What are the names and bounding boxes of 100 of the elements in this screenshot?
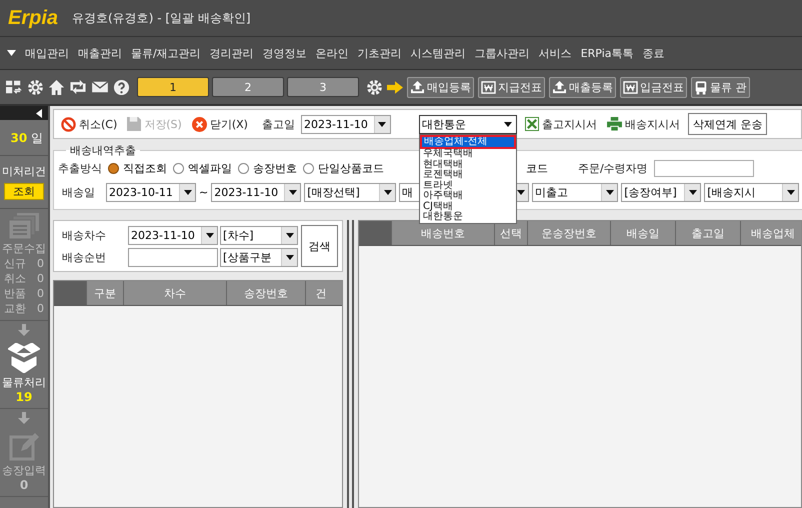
window-title: 유경호(유경호) - [일괄 배송확인]: [72, 10, 251, 26]
toolbar-button[interactable]: 물류 관: [691, 76, 750, 98]
round-label: 배송차수: [62, 228, 107, 242]
puzzle-icon[interactable]: [5, 79, 23, 95]
date-select[interactable]: 2023-11-10: [300, 114, 391, 134]
product-select[interactable]: [상품구분: [220, 248, 298, 266]
days-count: 30 일: [10, 130, 44, 147]
method-radio[interactable]: 단일상품코드: [303, 160, 384, 176]
action-button[interactable]: 닫기(X): [190, 116, 250, 132]
range-separator: ~: [199, 186, 208, 198]
date-select[interactable]: 2023-11-10: [128, 226, 218, 244]
count-label: 취소: [4, 271, 26, 286]
menu-item[interactable]: 경리관리: [210, 46, 254, 60]
filter-select[interactable]: [매장선택]: [304, 182, 396, 202]
settings-icon[interactable]: [27, 78, 44, 96]
settings-icon[interactable]: [366, 78, 383, 96]
count-value: 0: [37, 271, 44, 286]
prohibited-icon: [61, 116, 76, 132]
method-radio[interactable]: 엑셀파일: [173, 160, 232, 176]
printer-icon: [606, 117, 622, 131]
menu-item[interactable]: 물류/재고관리: [131, 46, 201, 60]
arrow-down-icon: [18, 412, 30, 424]
method-label: 코드: [526, 160, 548, 176]
won-icon: [481, 80, 496, 94]
menu-item[interactable]: 그룹사관리: [474, 46, 530, 60]
date-select[interactable]: 2023-11-10: [211, 182, 302, 202]
stage-label: 물류처리: [2, 375, 46, 390]
count-label: 반품: [4, 286, 26, 301]
stage-label: 주문수집: [2, 241, 46, 256]
arrow-down-icon: [18, 324, 30, 336]
sequence-label: 배송순번: [62, 250, 107, 264]
dropdown-option[interactable]: 트라넷: [420, 180, 515, 191]
caret-icon[interactable]: [7, 50, 16, 56]
help-icon[interactable]: [113, 78, 130, 96]
dropdown-option[interactable]: 우체국택배: [420, 149, 515, 160]
stage-label: 송장입력: [2, 463, 46, 478]
filter-select[interactable]: 미출고: [532, 182, 618, 202]
method-label: 추출방식: [58, 160, 102, 176]
box-icon[interactable]: [8, 343, 40, 373]
lookup-button[interactable]: 조회: [4, 183, 44, 200]
dropdown-option[interactable]: 로젠택배: [420, 170, 515, 180]
date-label: 배송일: [62, 184, 95, 200]
close-icon: [192, 116, 207, 132]
dropdown-option[interactable]: CJ택배: [420, 202, 515, 212]
menu-item[interactable]: 매입관리: [25, 46, 69, 60]
toolbar-button[interactable]: 입금전표: [620, 76, 687, 98]
group-title: 배송내역추출: [69, 143, 137, 158]
count-value: 0: [37, 301, 44, 316]
repeat-icon[interactable]: [69, 79, 87, 95]
upload-icon: [410, 80, 425, 94]
pending-label: 미처리건: [2, 164, 46, 179]
count-label: 신규: [4, 256, 26, 271]
dropdown-option[interactable]: 현대택배: [420, 160, 515, 170]
count-label: 교환: [4, 301, 26, 316]
ship-date-label: 출고일: [262, 116, 295, 132]
method-radio[interactable]: 직접조회: [108, 160, 167, 176]
menu-item[interactable]: 온라인: [316, 46, 349, 60]
menu-item[interactable]: 경영정보: [262, 46, 307, 60]
dropdown-option[interactable]: 대한통운: [420, 212, 515, 222]
stage-count: 19: [16, 390, 32, 404]
method-radio[interactable]: 송장번호: [238, 160, 297, 176]
document-button[interactable]: 출고지시서: [522, 116, 599, 132]
upload-icon: [552, 80, 567, 94]
toolbar-button[interactable]: 매입등록: [407, 76, 474, 98]
sequence-input[interactable]: [128, 248, 218, 266]
save-icon: [127, 117, 142, 131]
link-button[interactable]: 삭제연계 운송: [688, 113, 768, 135]
bus-icon: [694, 80, 708, 94]
page-tab[interactable]: 1: [137, 77, 209, 97]
document-button[interactable]: 배송지시서: [604, 116, 682, 132]
spreadsheet-icon: [524, 117, 539, 131]
filter-select[interactable]: [송장여부]: [621, 182, 702, 202]
menu-item[interactable]: 매출관리: [78, 46, 122, 60]
menu-item[interactable]: 서비스: [538, 46, 572, 60]
menu-item[interactable]: 시스템관리: [410, 46, 466, 60]
round-select[interactable]: [차수]: [220, 226, 298, 244]
collapse-icon[interactable]: [36, 108, 42, 118]
app-logo: Erpia: [8, 6, 58, 30]
name-label: 주문/수령자명: [578, 160, 648, 176]
menu-item[interactable]: 종료: [642, 46, 665, 60]
toolbar-button[interactable]: 매출등록: [549, 76, 616, 98]
search-button[interactable]: 검색: [301, 225, 338, 267]
action-button[interactable]: 취소(C): [59, 116, 120, 132]
menu-item[interactable]: 기초관리: [358, 46, 402, 60]
count-value: 0: [37, 256, 44, 271]
won-icon: [623, 80, 638, 94]
menu-item[interactable]: ERPia톡톡: [580, 46, 634, 60]
carrier-select[interactable]: 대한통운: [418, 114, 517, 134]
dropdown-option[interactable]: 배송업체-전체: [422, 136, 514, 147]
count-value: 0: [37, 286, 44, 301]
arrow-right-icon[interactable]: [387, 80, 403, 94]
stage-count: 0: [20, 478, 28, 492]
dropdown-option[interactable]: 아주택배: [420, 191, 515, 202]
home-icon[interactable]: [48, 78, 65, 96]
date-select[interactable]: 2023-10-11: [106, 182, 196, 202]
toolbar-button[interactable]: 지급전표: [478, 76, 545, 98]
filter-select[interactable]: [배송지시: [704, 182, 800, 202]
panel-splitter[interactable]: [347, 220, 354, 508]
mail-icon[interactable]: [91, 80, 109, 94]
name-input[interactable]: [654, 160, 754, 176]
